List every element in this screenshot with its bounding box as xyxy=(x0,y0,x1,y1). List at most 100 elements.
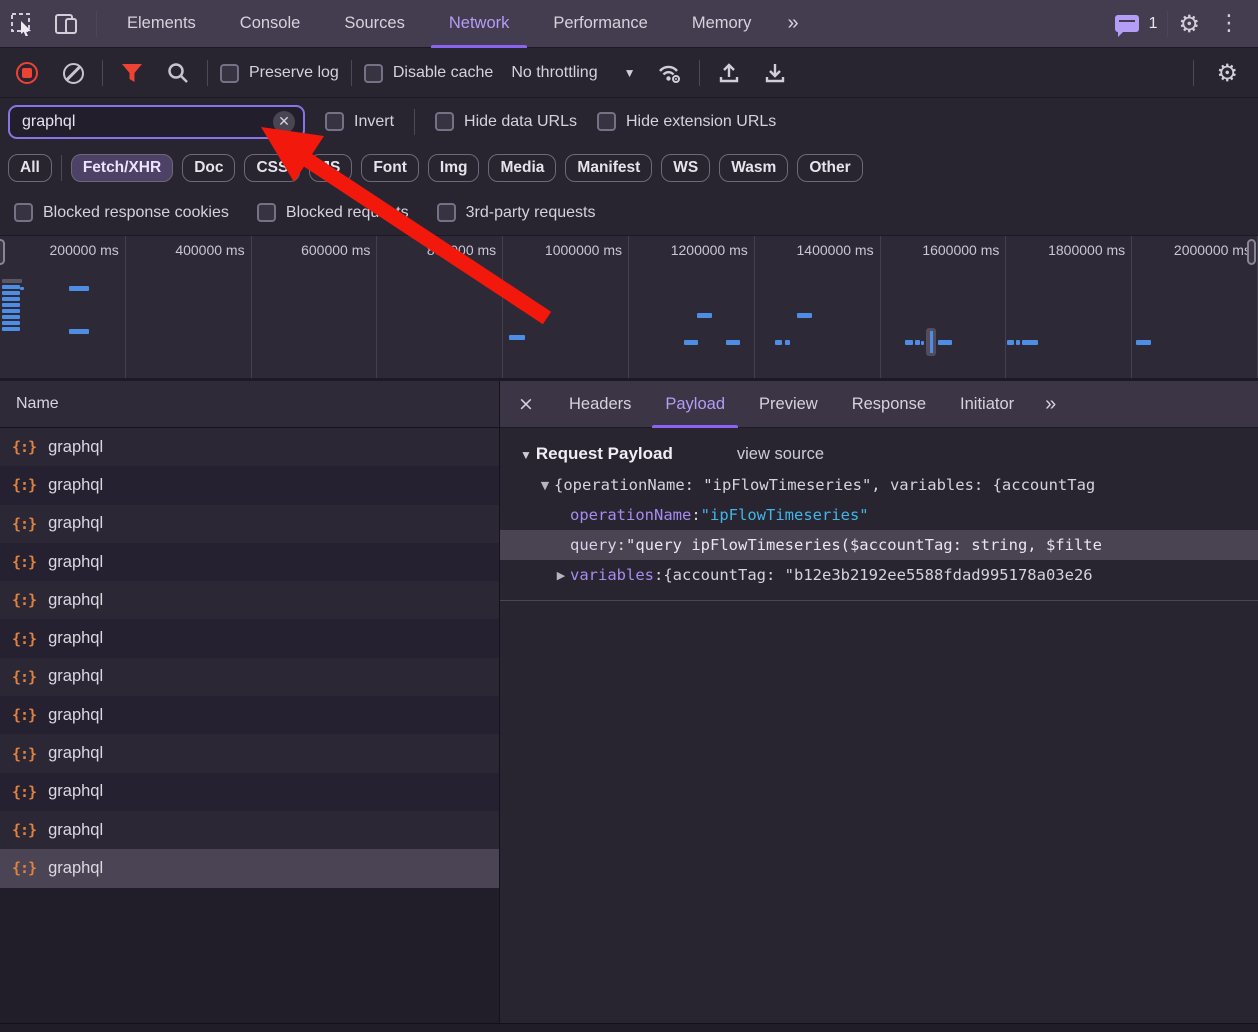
export-har-icon[interactable] xyxy=(758,56,792,90)
panel-tab-elements[interactable]: Elements xyxy=(105,0,218,48)
type-filter-chip-js[interactable]: JS xyxy=(309,154,352,182)
more-details-tabs-icon[interactable]: » xyxy=(1031,393,1068,416)
panel-tab-console[interactable]: Console xyxy=(218,0,323,48)
divider xyxy=(96,11,97,37)
main-split: Name {:}graphql{:}graphql{:}graphql{:}gr… xyxy=(0,381,1258,1032)
request-row[interactable]: {:}graphql xyxy=(0,505,499,543)
type-filter-chip-manifest[interactable]: Manifest xyxy=(565,154,652,182)
section-divider xyxy=(500,600,1258,601)
payload-key: operationName xyxy=(570,506,691,524)
payload-entry-query[interactable]: query: "query ipFlowTimeseries($accountT… xyxy=(500,530,1258,560)
payload-entry-variables[interactable]: ▶variables: {accountTag: "b12e3b2192ee55… xyxy=(500,560,1258,590)
details-tab-headers[interactable]: Headers xyxy=(552,381,648,428)
timeline-left-handle[interactable] xyxy=(0,239,5,265)
details-tab-payload[interactable]: Payload xyxy=(648,381,742,428)
request-row[interactable]: {:}graphql xyxy=(0,849,499,887)
advanced-filter-blocked-requests[interactable]: Blocked requests xyxy=(257,203,409,222)
search-icon[interactable] xyxy=(161,56,195,90)
label: 3rd-party requests xyxy=(466,204,596,222)
import-har-icon[interactable] xyxy=(712,56,746,90)
details-tab-initiator[interactable]: Initiator xyxy=(943,381,1031,428)
request-row[interactable]: {:}graphql xyxy=(0,811,499,849)
invert-checkbox[interactable] xyxy=(325,112,344,131)
close-details-icon[interactable]: × xyxy=(500,393,552,415)
fetch-xhr-icon: {:} xyxy=(12,438,36,456)
clear-network-log-button[interactable] xyxy=(56,56,90,90)
network-settings-gear-icon[interactable]: ⚙ xyxy=(1206,59,1248,87)
name-column-header[interactable]: Name xyxy=(0,381,499,428)
advanced-filter-blocked-response-cookies[interactable]: Blocked response cookies xyxy=(14,203,229,222)
disclosure-triangle-icon[interactable]: ▶ xyxy=(552,569,570,582)
type-filter-chip-other[interactable]: Other xyxy=(797,154,862,182)
type-filter-chip-font[interactable]: Font xyxy=(361,154,419,182)
inspect-element-icon[interactable] xyxy=(0,0,44,48)
type-filter-chip-img[interactable]: Img xyxy=(428,154,480,182)
colon: : xyxy=(691,506,700,524)
type-filter-chip-doc[interactable]: Doc xyxy=(182,154,235,182)
hide-data-urls-checkbox[interactable] xyxy=(435,112,454,131)
more-panels-icon[interactable]: » xyxy=(773,12,810,35)
preserve-log-checkbox[interactable] xyxy=(220,64,239,83)
network-overview-timeline[interactable]: 200000 ms400000 ms600000 ms800000 ms1000… xyxy=(0,235,1258,381)
invert-filter-control[interactable]: Invert xyxy=(325,112,394,131)
request-name: graphql xyxy=(48,859,103,878)
request-row[interactable]: {:}graphql xyxy=(0,581,499,619)
details-tab-response[interactable]: Response xyxy=(835,381,943,428)
settings-gear-icon[interactable]: ⚙ xyxy=(1178,10,1200,38)
payload-entry-operationName[interactable]: operationName: "ipFlowTimeseries" xyxy=(500,500,1258,530)
panel-tab-sources[interactable]: Sources xyxy=(322,0,427,48)
hide-extension-urls-control[interactable]: Hide extension URLs xyxy=(597,112,776,131)
type-filter-chip-fetchxhr[interactable]: Fetch/XHR xyxy=(71,154,173,182)
request-timing-bar xyxy=(2,327,20,331)
filter-icon[interactable] xyxy=(115,56,149,90)
preserve-log-control[interactable]: Preserve log xyxy=(220,64,339,83)
view-source-link[interactable]: view source xyxy=(737,445,824,464)
request-payload-section[interactable]: ▼ Request Payload view source xyxy=(520,444,1258,464)
request-row[interactable]: {:}graphql xyxy=(0,773,499,811)
request-row[interactable]: {:}graphql xyxy=(0,466,499,504)
disable-cache-checkbox[interactable] xyxy=(364,64,383,83)
clear-filter-icon[interactable]: ✕ xyxy=(273,111,295,133)
type-filter-chip-ws[interactable]: WS xyxy=(661,154,710,182)
details-tab-preview[interactable]: Preview xyxy=(742,381,835,428)
filter-row: graphql ✕ Invert Hide data URLs Hide ext… xyxy=(0,98,1258,145)
filter-input[interactable]: graphql ✕ xyxy=(8,105,305,139)
issues-icon[interactable] xyxy=(1115,15,1139,32)
timeline-right-handle[interactable] xyxy=(1247,239,1256,265)
payload-key: variables xyxy=(570,566,654,584)
divider xyxy=(1193,60,1194,86)
network-conditions-icon[interactable] xyxy=(653,56,687,90)
type-filter-chip-all[interactable]: All xyxy=(8,154,52,182)
type-filter-chip-wasm[interactable]: Wasm xyxy=(719,154,788,182)
checkbox[interactable] xyxy=(437,203,456,222)
type-filter-chip-css[interactable]: CSS xyxy=(244,154,300,182)
checkbox[interactable] xyxy=(14,203,33,222)
request-row[interactable]: {:}graphql xyxy=(0,734,499,772)
fetch-xhr-icon: {:} xyxy=(12,783,36,801)
request-row[interactable]: {:}graphql xyxy=(0,619,499,657)
device-toolbar-icon[interactable] xyxy=(44,0,88,48)
timeline-tick: 1800000 ms xyxy=(1006,236,1132,381)
request-timing-bar xyxy=(905,340,913,345)
request-row[interactable]: {:}graphql xyxy=(0,428,499,466)
panel-tab-memory[interactable]: Memory xyxy=(670,0,774,48)
request-row[interactable]: {:}graphql xyxy=(0,696,499,734)
type-filter-chip-media[interactable]: Media xyxy=(488,154,556,182)
request-row[interactable]: {:}graphql xyxy=(0,543,499,581)
payload-summary-line[interactable]: ▼ {operationName: "ipFlowTimeseries", va… xyxy=(500,470,1258,500)
request-row[interactable]: {:}graphql xyxy=(0,658,499,696)
checkbox[interactable] xyxy=(257,203,276,222)
hide-data-urls-control[interactable]: Hide data URLs xyxy=(435,112,577,131)
record-network-log-button[interactable] xyxy=(10,56,44,90)
payload-entries: operationName: "ipFlowTimeseries"query: … xyxy=(500,500,1258,590)
hide-extension-urls-checkbox[interactable] xyxy=(597,112,616,131)
panel-tab-network[interactable]: Network xyxy=(427,0,532,48)
kebab-menu-icon[interactable]: ⋮ xyxy=(1210,11,1248,36)
disable-cache-control[interactable]: Disable cache xyxy=(364,64,494,83)
disclosure-triangle-icon[interactable]: ▼ xyxy=(536,479,554,492)
disable-cache-label: Disable cache xyxy=(393,64,494,82)
section-disclosure-icon[interactable]: ▼ xyxy=(520,448,532,462)
throttling-dropdown[interactable]: No throttling ▼ xyxy=(505,64,641,82)
advanced-filter-3rd-party-requests[interactable]: 3rd-party requests xyxy=(437,203,596,222)
panel-tab-performance[interactable]: Performance xyxy=(531,0,669,48)
